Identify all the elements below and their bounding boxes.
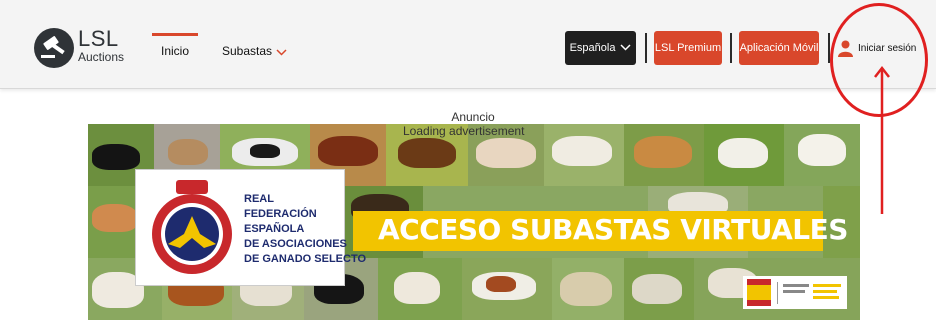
nav-subastas[interactable]: Subastas <box>222 44 287 59</box>
ad-loading-text: Loading advertisement <box>403 124 525 138</box>
rfe-line: DE ASOCIACIONES <box>244 238 347 250</box>
brand-name: LSL <box>78 26 119 51</box>
rfe-line: DE GANADO SELECTO <box>244 253 367 265</box>
language-dropdown[interactable]: Española <box>565 31 636 65</box>
rfe-line: ESPAÑOLA <box>244 223 305 235</box>
banner-headline: ACCESO SUBASTAS VIRTUALES <box>378 213 848 246</box>
government-logo <box>743 276 847 309</box>
divider <box>645 33 647 63</box>
rfe-seal-icon <box>152 180 232 274</box>
top-navbar: LSL Auctions Inicio Subastas Española LS… <box>0 0 936 89</box>
lsl-logo[interactable]: LSL Auctions <box>34 28 144 68</box>
rfe-line: REAL <box>244 193 274 205</box>
chevron-down-icon <box>276 45 287 59</box>
language-label: Española <box>569 42 616 54</box>
virtual-auctions-banner[interactable]: REAL FEDERACIÓN ESPAÑOLA DE ASOCIACIONES… <box>88 124 860 320</box>
rfe-line: FEDERACIÓN <box>244 208 317 220</box>
nav-inicio[interactable]: Inicio <box>161 44 189 58</box>
annotation-arrow-icon <box>874 65 890 214</box>
nav-subastas-label: Subastas <box>222 44 273 58</box>
brand-subtitle: Auctions <box>78 50 125 64</box>
divider <box>730 33 732 63</box>
lsl-premium-button[interactable]: LSL Premium <box>654 31 722 65</box>
active-nav-indicator <box>152 33 198 36</box>
rfe-logo-box: REAL FEDERACIÓN ESPAÑOLA DE ASOCIACIONES… <box>135 169 366 286</box>
gavel-icon <box>34 28 74 68</box>
mobile-app-button[interactable]: Aplicación Móvil <box>739 31 819 65</box>
ad-label: Anuncio <box>451 110 495 124</box>
chevron-down-icon <box>620 31 631 65</box>
rfe-name: REAL FEDERACIÓN ESPAÑOLA DE ASOCIACIONES… <box>244 192 366 267</box>
